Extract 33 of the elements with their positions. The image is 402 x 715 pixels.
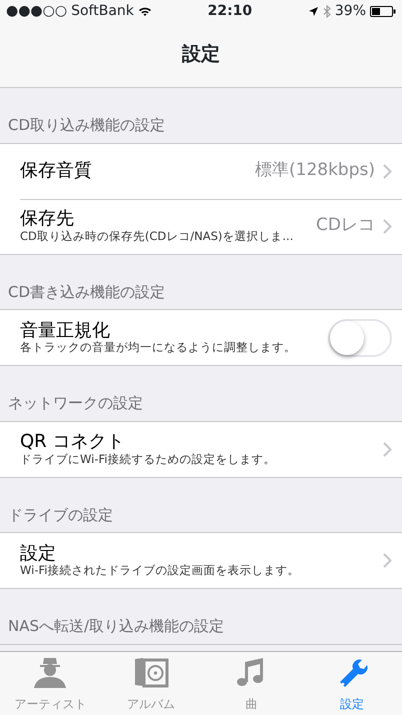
row-subtitle: ドライブにWi-Fi接続するための設定をします。 xyxy=(20,452,276,467)
battery-percent: 39% xyxy=(334,2,366,20)
location-icon xyxy=(308,6,319,16)
row-title: 設定 xyxy=(20,542,57,564)
row-value: 標準(128kbps) xyxy=(255,159,375,182)
row-subtitle: CD取り込み時の保存先(CDレコ/NAS)を選択しま... xyxy=(20,230,294,244)
bluetooth-icon xyxy=(322,4,331,18)
settings-row[interactable]: QR コネクト ドライブにWi-Fi接続するための設定をします。 xyxy=(0,422,402,476)
chevron-icon xyxy=(383,553,392,568)
settings-row[interactable]: 設定 Wi-Fi接続されたドライブの設定画面を表示します。 xyxy=(0,533,402,588)
row-title: 音量正規化 xyxy=(20,320,111,341)
chevron-icon xyxy=(383,442,392,456)
toggle-switch[interactable] xyxy=(328,318,392,356)
signal-text: ●●●○○ xyxy=(6,2,68,20)
wifi-icon xyxy=(138,6,152,16)
tab-item[interactable]: 設定 xyxy=(302,652,402,715)
album-icon xyxy=(132,656,169,688)
nav-title: 設定 xyxy=(182,42,220,68)
chevron-icon xyxy=(383,164,392,178)
settings-row[interactable]: 保存音質 標準(128kbps) xyxy=(0,144,402,198)
row-subtitle: 各トラックの音量が均一になるように調整します。 xyxy=(20,341,297,356)
settings-row[interactable]: 音量正規化 各トラックの音量が均一になるように調整します。 xyxy=(0,310,402,365)
settings-row[interactable]: 保存先 CD取り込み時の保存先(CDレコ/NAS)を選択しま... CDレコ xyxy=(0,198,402,254)
status-time: 22:10 xyxy=(208,2,252,20)
battery-icon xyxy=(370,6,396,16)
chevron-icon xyxy=(383,218,392,234)
row-title: QR コネクト xyxy=(20,431,126,453)
section-header: NASへ転送/取り込み機能の設定 xyxy=(0,589,402,644)
carrier-text: SoftBank xyxy=(71,2,134,20)
row-title: 保存音質 xyxy=(20,160,93,182)
row-value: CDレコ xyxy=(316,214,375,238)
row-subtitle: Wi-Fi接続されたドライブの設定画面を表示します。 xyxy=(20,564,300,578)
row-title: 保存先 xyxy=(20,208,75,230)
